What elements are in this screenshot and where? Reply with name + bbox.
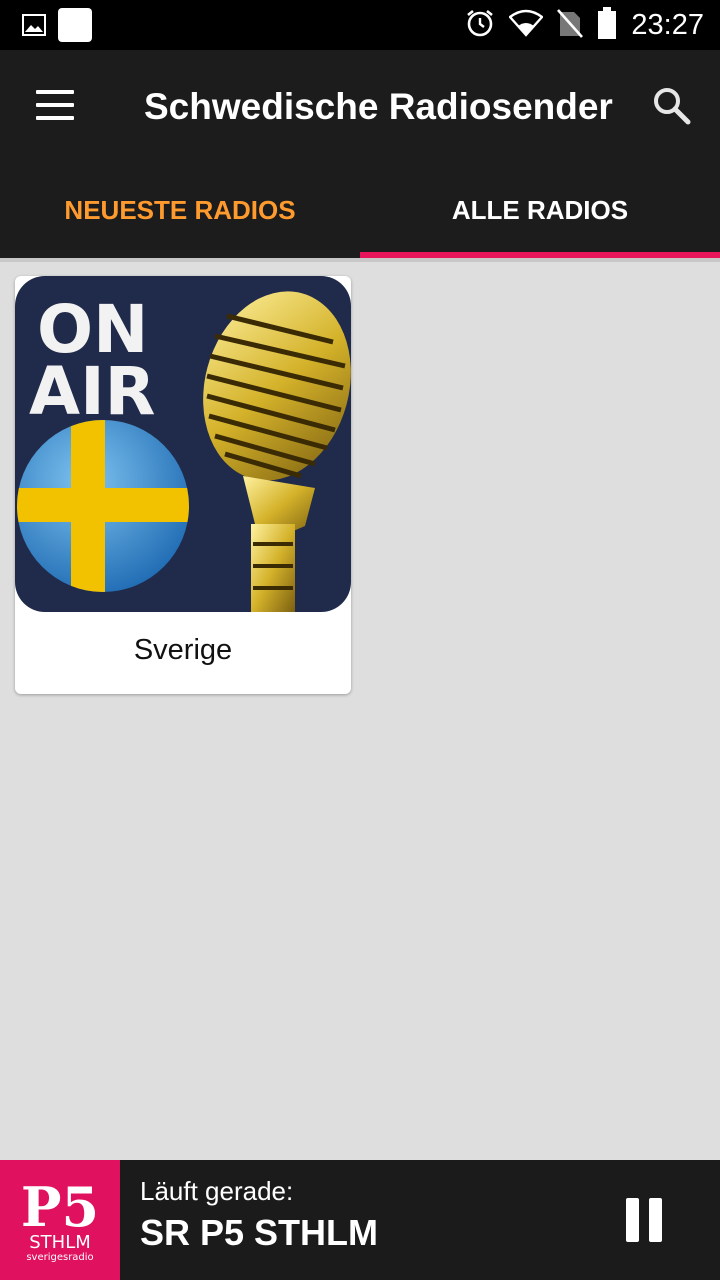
image-notification-icon [22,13,46,42]
now-playing-label: Läuft gerade: [140,1176,294,1206]
tab-alle-radios[interactable]: ALLE RADIOS [360,162,720,258]
station-card[interactable]: ON AIR Sverige [15,276,351,694]
logo-text: sverigesradio [26,1252,93,1263]
alarm-icon [465,8,495,43]
on-air-microphone-image: ON AIR [15,276,351,612]
now-playing-station: SR P5 STHLM [140,1212,379,1253]
divider [0,258,720,262]
tab-label: NEUESTE RADIOS [64,194,296,225]
page-title: Schwedische Radiosender [144,86,613,127]
tab-bar: NEUESTE RADIOS ALLE RADIOS [0,162,720,258]
pause-icon[interactable] [622,1198,666,1242]
station-logo: P5 STHLM sverigesradio [0,1160,120,1280]
logo-text: STHLM [29,1232,91,1253]
hamburger-menu-icon[interactable] [36,90,76,120]
app-bar: Schwedische Radiosender [0,50,720,162]
station-name: Sverige [133,634,233,666]
tab-neueste-radios[interactable]: NEUESTE RADIOS [0,162,360,258]
app-notification-icon [58,8,92,47]
status-bar: 23:27 [0,0,720,50]
search-icon[interactable] [650,84,694,128]
tab-label: ALLE RADIOS [451,194,629,225]
now-playing-bar[interactable]: P5 STHLM sverigesradio Läuft gerade: SR … [0,1160,720,1280]
no-sim-icon [557,8,584,43]
battery-icon [597,6,617,44]
wifi-icon [508,9,545,42]
on-air-text: AIR [29,353,155,430]
clock: 23:27 [631,8,704,41]
logo-text: P5 [21,1175,99,1239]
